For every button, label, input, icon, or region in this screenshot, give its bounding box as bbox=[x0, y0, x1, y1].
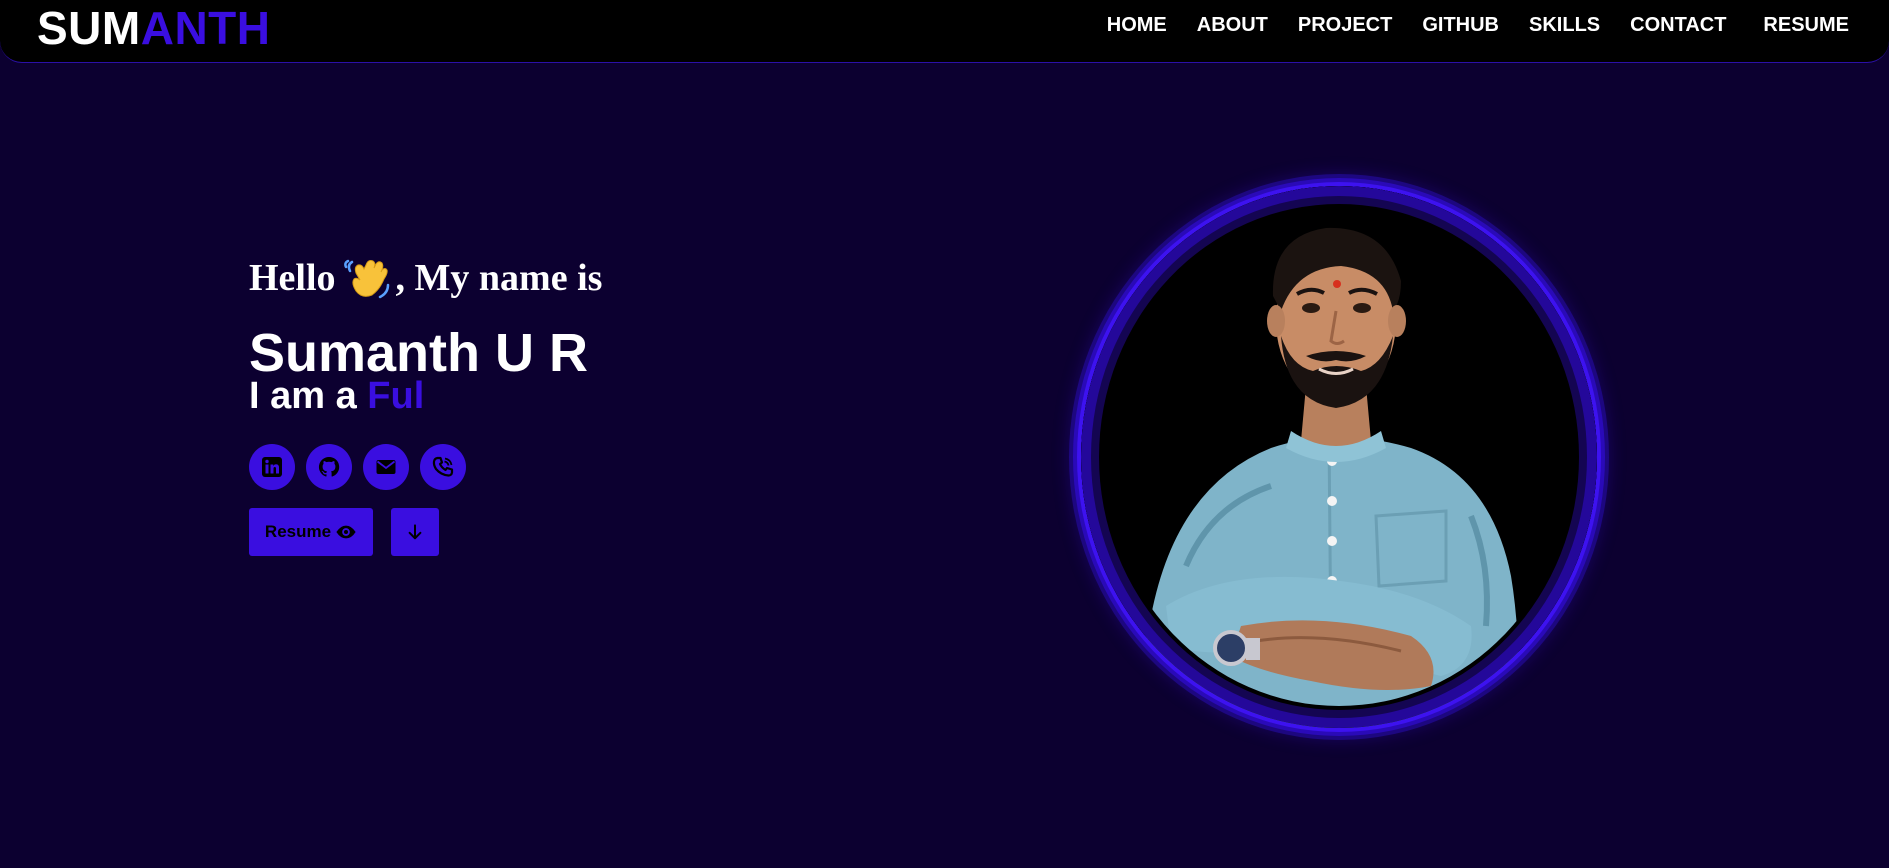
linkedin-icon bbox=[262, 457, 282, 477]
social-links bbox=[249, 444, 477, 490]
hero-buttons: Resume bbox=[249, 508, 439, 556]
download-resume-button[interactable] bbox=[391, 508, 439, 556]
logo-part-white: SUM bbox=[37, 2, 141, 54]
nav-link-contact[interactable]: CONTACT bbox=[1630, 14, 1726, 37]
role-prefix: I am a bbox=[249, 375, 357, 417]
nav-link-resume[interactable]: RESUME bbox=[1763, 14, 1849, 37]
profile-photo bbox=[1081, 186, 1597, 728]
greeting: Hello , My name is bbox=[249, 252, 602, 304]
resume-button-label: Resume bbox=[264, 522, 332, 541]
eye-icon bbox=[336, 525, 356, 539]
phone-icon bbox=[432, 456, 454, 477]
page: SUMANTH HOME ABOUT PROJECT GITHUB SKILLS… bbox=[0, 0, 1889, 868]
waving-hand-icon bbox=[342, 253, 392, 303]
hero-role: I am a Ful bbox=[249, 374, 424, 418]
github-icon bbox=[318, 456, 340, 477]
nav-links: HOME ABOUT PROJECT GITHUB SKILLS CONTACT… bbox=[1077, 0, 1849, 50]
greeting-rest: , My name is bbox=[395, 257, 603, 299]
profile-photo-illustration bbox=[1081, 186, 1597, 728]
nav-link-github[interactable]: GITHUB bbox=[1422, 14, 1499, 37]
site-logo[interactable]: SUMANTH bbox=[37, 2, 271, 54]
logo-part-accent: ANTH bbox=[140, 2, 271, 54]
nav-link-about[interactable]: ABOUT bbox=[1197, 14, 1268, 37]
mail-icon bbox=[376, 460, 396, 474]
navbar: SUMANTH HOME ABOUT PROJECT GITHUB SKILLS… bbox=[0, 0, 1889, 63]
nav-link-skills[interactable]: SKILLS bbox=[1529, 14, 1600, 37]
phone-button[interactable] bbox=[420, 444, 466, 490]
view-resume-button[interactable]: Resume bbox=[249, 508, 373, 556]
nav-link-project[interactable]: PROJECT bbox=[1298, 14, 1392, 37]
mail-button[interactable] bbox=[363, 444, 409, 490]
role-typed-text: Ful bbox=[367, 375, 425, 417]
greeting-hello: Hello bbox=[249, 257, 336, 299]
arrow-down-icon bbox=[408, 524, 422, 540]
linkedin-button[interactable] bbox=[249, 444, 295, 490]
nav-link-home[interactable]: HOME bbox=[1107, 14, 1167, 37]
github-button[interactable] bbox=[306, 444, 352, 490]
